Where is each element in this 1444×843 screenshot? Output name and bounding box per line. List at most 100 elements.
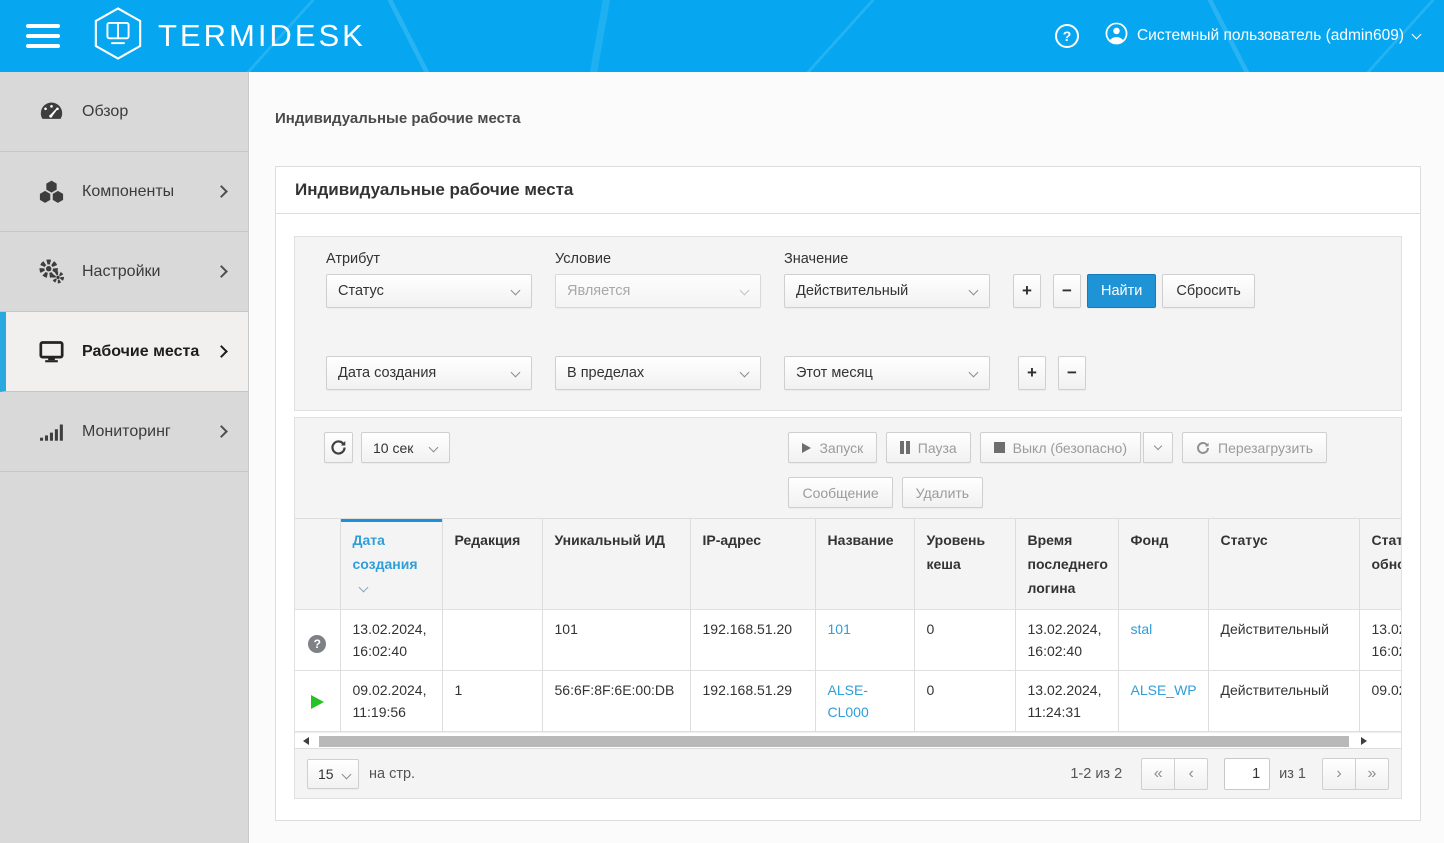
settings-icon [38, 258, 65, 285]
running-state-icon [311, 695, 324, 709]
reboot-button[interactable]: Перезагрузить [1182, 432, 1327, 463]
chevron-right-icon [215, 425, 228, 438]
workplaces-icon [38, 338, 65, 365]
sidebar-item-workplaces[interactable]: Рабочие места [0, 312, 248, 392]
start-button[interactable]: Запуск [788, 432, 877, 463]
stop-icon [994, 442, 1005, 453]
pagination-range-label: 1-2 из 2 [1070, 766, 1122, 782]
scrollbar-thumb[interactable] [319, 736, 1349, 747]
chevron-right-icon [215, 185, 228, 198]
cell-update-status: 13.02.2024, 16:02:40 [1359, 610, 1401, 671]
remove-filter-button[interactable]: − [1053, 274, 1081, 308]
first-page-button[interactable]: « [1141, 758, 1175, 790]
table-row: 09.02.2024, 11:19:56 1 56:6F:8F:6E:00:DB… [295, 671, 1401, 732]
workplace-name-link[interactable]: 101 [828, 621, 851, 637]
column-header-pool[interactable]: Фонд [1118, 519, 1208, 610]
play-icon [802, 443, 811, 453]
condition-select-2[interactable]: В пределах [555, 356, 761, 390]
value-label: Значение [784, 251, 990, 267]
brand-logo[interactable]: TERMIDESK [92, 6, 366, 66]
cell-date: 09.02.2024, 11:19:56 [340, 671, 442, 732]
next-page-button[interactable]: › [1322, 758, 1356, 790]
column-header-name[interactable]: Название [815, 519, 914, 610]
sidebar-item-label: Компоненты [82, 183, 174, 201]
add-filter-button[interactable]: + [1013, 274, 1041, 308]
chevron-down-icon [740, 286, 750, 296]
cell-cache: 0 [914, 671, 1015, 732]
grid-panel: 10 сек Запуск Пауза [294, 417, 1402, 799]
cell-revision [442, 610, 542, 671]
chevron-down-icon [1412, 29, 1422, 39]
last-page-button[interactable]: » [1355, 758, 1389, 790]
chevron-down-icon [342, 769, 352, 779]
top-header: TERMIDESK ? Системный пользователь (admi… [0, 0, 1444, 72]
question-state-icon: ? [308, 635, 326, 653]
sidebar-item-label: Обзор [82, 103, 128, 121]
user-menu[interactable]: Системный пользователь (admin609) [1105, 22, 1420, 50]
value-select[interactable]: Действительный [784, 274, 990, 308]
attribute-select-2[interactable]: Дата создания [326, 356, 532, 390]
column-header-last-login[interactable]: Время последнего логина [1015, 519, 1118, 610]
shutdown-dropdown-button[interactable] [1143, 432, 1173, 463]
column-header-update-status[interactable]: Статус обновления [1359, 519, 1401, 610]
brand-title: TERMIDESK [158, 18, 366, 54]
cell-uid: 101 [542, 610, 690, 671]
user-label: Системный пользователь (admin609) [1137, 27, 1404, 45]
page-title: Индивидуальные рабочие места [295, 180, 573, 199]
per-page-label: на стр. [369, 766, 415, 782]
chevron-right-icon [215, 265, 228, 278]
sidebar-item-overview[interactable]: Обзор [0, 72, 248, 152]
refresh-interval-select[interactable]: 10 сек [361, 432, 450, 463]
chevron-down-icon [969, 286, 979, 296]
help-icon[interactable]: ? [1055, 24, 1079, 48]
column-header-cache[interactable]: Уровень кеша [914, 519, 1015, 610]
scroll-left-icon[interactable] [303, 737, 309, 745]
attribute-select[interactable]: Статус [326, 274, 532, 308]
sidebar-item-components[interactable]: Компоненты [0, 152, 248, 232]
workplace-name-link[interactable]: ALSE-CL000 [828, 682, 869, 720]
sidebar-item-monitoring[interactable]: Мониторинг [0, 392, 248, 472]
state-column-header [295, 519, 340, 610]
grid-footer: 15 на стр. 1-2 из 2 « ‹ из 1 › » [295, 748, 1401, 798]
message-button[interactable]: Сообщение [788, 477, 892, 508]
pause-button[interactable]: Пауза [886, 432, 970, 463]
cell-update-status: 09.02.2024, 11:26 [1359, 671, 1401, 732]
cell-last-login: 13.02.2024, 16:02:40 [1015, 610, 1118, 671]
condition-select[interactable]: Является [555, 274, 761, 308]
find-button[interactable]: Найти [1087, 274, 1156, 308]
cell-cache: 0 [914, 610, 1015, 671]
sidebar-item-label: Настройки [82, 263, 160, 281]
horizontal-scrollbar [295, 732, 1401, 748]
brand-hexagon-icon [92, 6, 144, 66]
cell-last-login: 13.02.2024, 11:24:31 [1015, 671, 1118, 732]
column-header-ip[interactable]: IP-адрес [690, 519, 815, 610]
sidebar-item-settings[interactable]: Настройки [0, 232, 248, 312]
chevron-down-icon [429, 443, 439, 453]
page-size-select[interactable]: 15 [307, 759, 359, 789]
attribute-label: Атрибут [326, 251, 532, 267]
shutdown-button[interactable]: Выкл (безопасно) [980, 432, 1141, 463]
column-header-revision[interactable]: Редакция [442, 519, 542, 610]
total-pages-label: из 1 [1279, 766, 1306, 782]
chevron-down-icon [740, 368, 750, 378]
prev-page-button[interactable]: ‹ [1174, 758, 1208, 790]
chevron-right-icon [215, 345, 228, 358]
reset-button[interactable]: Сбросить [1162, 274, 1254, 308]
column-header-uid[interactable]: Уникальный ИД [542, 519, 690, 610]
table-row: ? 13.02.2024, 16:02:40 101 192.168.51.20… [295, 610, 1401, 671]
column-header-date[interactable]: Дата создания [340, 519, 442, 610]
cell-status: Действительный [1208, 610, 1359, 671]
workplaces-table: Дата создания Редакция Уникальный ИД IP-… [295, 519, 1401, 732]
current-page-input[interactable] [1224, 758, 1270, 790]
scroll-right-icon[interactable] [1361, 737, 1367, 745]
value-select-2[interactable]: Этот месяц [784, 356, 990, 390]
user-avatar-icon [1105, 22, 1128, 50]
column-header-status[interactable]: Статус [1208, 519, 1359, 610]
delete-button[interactable]: Удалить [902, 477, 983, 508]
add-filter-button-2[interactable]: + [1018, 356, 1046, 390]
refresh-button[interactable] [324, 432, 353, 463]
pool-link[interactable]: ALSE_WP [1131, 682, 1197, 698]
remove-filter-button-2[interactable]: − [1058, 356, 1086, 390]
pool-link[interactable]: stal [1131, 621, 1153, 637]
hamburger-menu-icon[interactable] [26, 24, 60, 48]
